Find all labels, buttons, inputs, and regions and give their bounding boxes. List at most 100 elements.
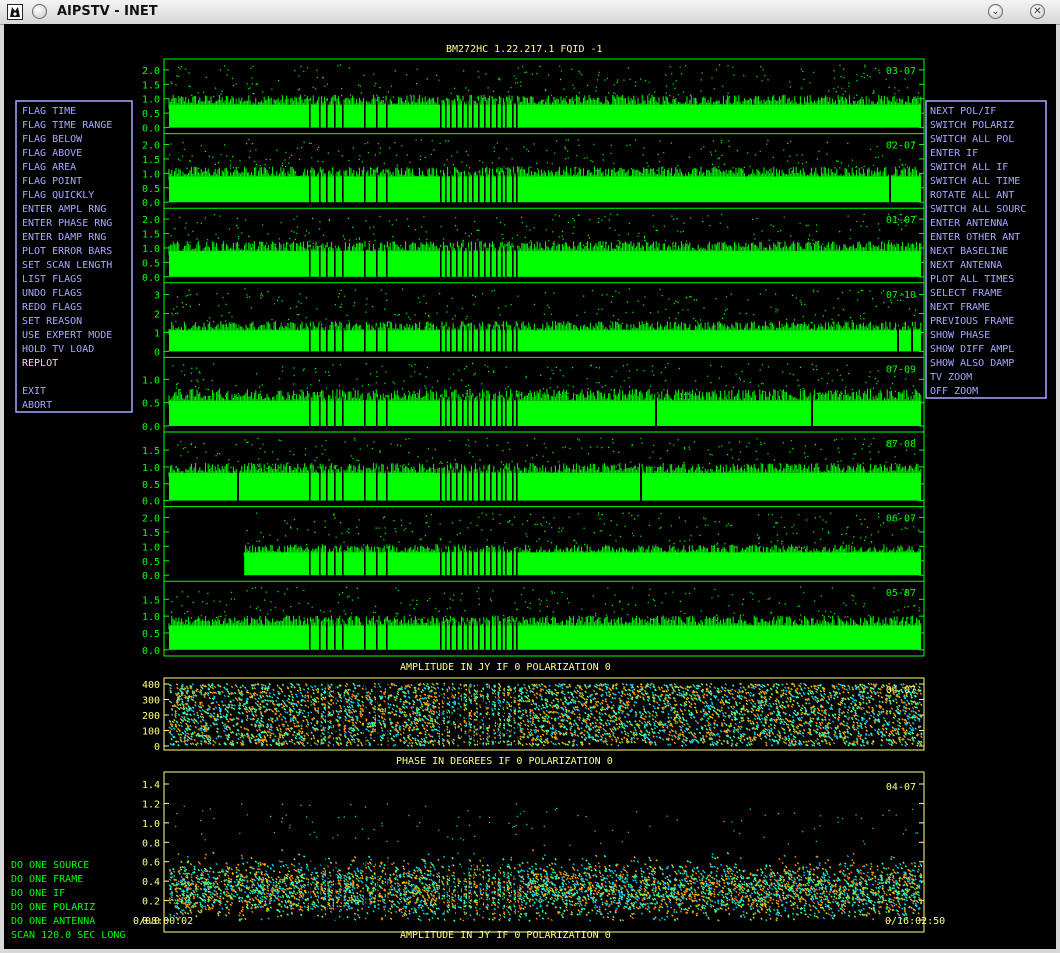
- menu-item-flag-area[interactable]: FLAG AREA: [22, 162, 76, 173]
- y-tick-label: 100: [142, 727, 160, 738]
- menu-item-enter-if[interactable]: ENTER IF: [930, 148, 978, 159]
- time-end-label: 0/16:02:50: [885, 916, 945, 927]
- y-tick-label: 2: [154, 310, 160, 321]
- menu-item-plot-error-bars[interactable]: PLOT ERROR BARS: [22, 246, 112, 257]
- menu-item-tv-zoom[interactable]: TV ZOOM: [930, 372, 972, 383]
- baseline-label: 06-07: [886, 514, 916, 525]
- tv-screen[interactable]: BM272HC 1.22.217.1 FQID -1 AMPLITUDE IN …: [4, 24, 1056, 949]
- y-tick-label: 0.5: [142, 629, 160, 640]
- menu-item-set-scan-length[interactable]: SET SCAN LENGTH: [22, 260, 112, 271]
- y-tick-label: 1: [154, 328, 160, 339]
- menu-item-show-diff-ampl[interactable]: SHOW DIFF AMPL: [930, 344, 1014, 355]
- y-tick-label: 0: [154, 347, 160, 358]
- menu-item-replot[interactable]: REPLOT: [22, 358, 58, 369]
- menu-item-enter-phase-rng[interactable]: ENTER PHASE RNG: [22, 218, 112, 229]
- window-title: AIPSTV - INET: [57, 4, 158, 19]
- menu-item-switch-all-if[interactable]: SWITCH ALL IF: [930, 162, 1008, 173]
- menu-item-switch-polariz[interactable]: SWITCH POLARIZ: [930, 120, 1014, 131]
- y-tick-label: 300: [142, 696, 160, 707]
- window-menu-icon[interactable]: [32, 4, 47, 19]
- bottom-amplitude-panel: 1.4 1.2 1.0 0.8 0.6 0.4 0.2 0.0 04-07: [142, 780, 924, 927]
- y-tick-label: 0.5: [142, 480, 160, 491]
- menu-item-do-one-source[interactable]: DO ONE SOURCE: [11, 860, 89, 871]
- y-tick-label: 3: [154, 291, 160, 302]
- y-tick-label: 1.0: [142, 244, 160, 255]
- menu-item-switch-all-pol[interactable]: SWITCH ALL POL: [930, 134, 1014, 145]
- y-tick-label: 1.0: [142, 612, 160, 623]
- menu-item-set-reason[interactable]: SET REASON: [22, 316, 82, 327]
- menu-item-previous-frame[interactable]: PREVIOUS FRAME: [930, 316, 1014, 327]
- baseline-label: 07-10: [886, 290, 916, 301]
- y-tick-label: 0.4: [142, 877, 160, 888]
- menu-item-do-one-if[interactable]: DO ONE IF: [11, 888, 65, 899]
- menu-item-select-frame[interactable]: SELECT FRAME: [930, 288, 1002, 299]
- menu-item-enter-ampl-rng[interactable]: ENTER AMPL RNG: [22, 204, 106, 215]
- menu-item-enter-damp-rng[interactable]: ENTER DAMP RNG: [22, 232, 106, 243]
- y-tick-label: 0.5: [142, 184, 160, 195]
- y-tick-label: 0.5: [142, 109, 160, 120]
- menu-item-flag-point[interactable]: FLAG POINT: [22, 176, 82, 187]
- amplitude-band: [169, 176, 921, 203]
- menu-item-show-also-damp[interactable]: SHOW ALSO DAMP: [930, 358, 1014, 369]
- menu-item-enter-other-ant[interactable]: ENTER OTHER ANT: [930, 232, 1020, 243]
- menu-item-flag-quickly[interactable]: FLAG QUICKLY: [22, 190, 94, 201]
- y-tick-label: 0.0: [142, 916, 160, 927]
- menu-item-flag-below[interactable]: FLAG BELOW: [22, 134, 83, 145]
- amplitude-band: [169, 401, 921, 426]
- y-tick-label: 1.5: [142, 80, 160, 91]
- y-tick-label: 200: [142, 711, 160, 722]
- outlier-points: [171, 288, 922, 327]
- y-tick-label: 1.5: [142, 230, 160, 241]
- menu-item-undo-flags[interactable]: UNDO FLAGS: [22, 288, 82, 299]
- outlier-points: [175, 803, 919, 846]
- y-tick-label: 2.0: [142, 215, 160, 226]
- y-tick-label: 0.6: [142, 858, 160, 869]
- menu-item-hold-tv-load[interactable]: HOLD TV LOAD: [22, 344, 94, 355]
- menu-item-plot-all-times[interactable]: PLOT ALL TIMES: [930, 274, 1014, 285]
- menu-item-list-flags[interactable]: LIST FLAGS: [22, 274, 82, 285]
- menu-item-do-one-antenna[interactable]: DO ONE ANTENNA: [11, 916, 95, 927]
- menu-item-flag-time[interactable]: FLAG TIME: [22, 106, 76, 117]
- menu-item-next-baseline[interactable]: NEXT BASELINE: [930, 246, 1008, 257]
- phase-panel: 400 300 200 100 0 04-07: [142, 680, 924, 753]
- menu-item-switch-all-time[interactable]: SWITCH ALL TIME: [930, 176, 1020, 187]
- panel-02-07: 2.01.51.00.50.002-07: [142, 133, 924, 209]
- scan-length-label: SCAN 120.0 SEC LONG: [11, 930, 125, 941]
- y-tick-label: 0.0: [142, 273, 160, 284]
- y-tick-label: 0.0: [142, 124, 160, 135]
- menu-item-exit[interactable]: EXIT: [22, 386, 46, 397]
- y-tick-label: 2.0: [142, 513, 160, 524]
- menu-item-enter-antenna[interactable]: ENTER ANTENNA: [930, 218, 1008, 229]
- menu-item-off-zoom[interactable]: OFF ZOOM: [930, 386, 978, 397]
- menu-item-redo-flags[interactable]: REDO FLAGS: [22, 302, 82, 313]
- close-icon[interactable]: ✕: [1030, 4, 1045, 19]
- amplitude-band: [169, 330, 921, 352]
- y-tick-label: 0.5: [142, 557, 160, 568]
- y-tick-label: 0.0: [142, 198, 160, 209]
- panel-03-07: 2.0 1.5 1.0 0.5 0.0 03-07: [142, 64, 924, 135]
- menu-item-next-frame[interactable]: NEXT FRAME: [930, 302, 990, 313]
- menu-item-show-phase[interactable]: SHOW PHASE: [930, 330, 990, 341]
- collapse-icon[interactable]: ⌄: [988, 4, 1003, 19]
- bottom-caption: AMPLITUDE IN JY IF 0 POLARIZATION 0: [400, 930, 611, 941]
- app-icon[interactable]: [7, 4, 23, 20]
- panel-06-07: 2.0 1.5 1.0 0.5 0.0 06-07: [142, 506, 924, 582]
- phase-caption: PHASE IN DEGREES IF 0 POLARIZATION 0: [396, 756, 613, 767]
- menu-item-do-one-polariz[interactable]: DO ONE POLARIZ: [11, 902, 95, 913]
- y-tick-label: 1.0: [142, 819, 160, 830]
- panel-05-07: 1.51.00.50.005-07: [142, 580, 924, 657]
- y-tick-label: 0.0: [142, 571, 160, 582]
- menu-item-next-pol-if[interactable]: NEXT POL/IF: [930, 106, 996, 117]
- menu-item-do-one-frame[interactable]: DO ONE FRAME: [11, 874, 83, 885]
- menu-item-switch-all-sourc[interactable]: SWITCH ALL SOURC: [930, 204, 1026, 215]
- menu-item-flag-time-range[interactable]: FLAG TIME RANGE: [22, 120, 112, 131]
- panel-07-10: 3 2 1 0 07-10: [154, 282, 924, 358]
- menu-item-rotate-all-ant[interactable]: ROTATE ALL ANT: [930, 190, 1014, 201]
- menu-item-next-antenna[interactable]: NEXT ANTENNA: [930, 260, 1002, 271]
- menu-item-flag-above[interactable]: FLAG ABOVE: [22, 148, 82, 159]
- baseline-label: 04-07: [886, 782, 916, 793]
- menu-item-abort[interactable]: ABORT: [22, 400, 52, 411]
- panel-07-08: 1.51.00.50.007-08: [142, 431, 924, 508]
- menu-item-use-expert-mode[interactable]: USE EXPERT MODE: [22, 330, 112, 341]
- panel-07-09: 1.0 0.5 0.0 07-09: [142, 356, 924, 433]
